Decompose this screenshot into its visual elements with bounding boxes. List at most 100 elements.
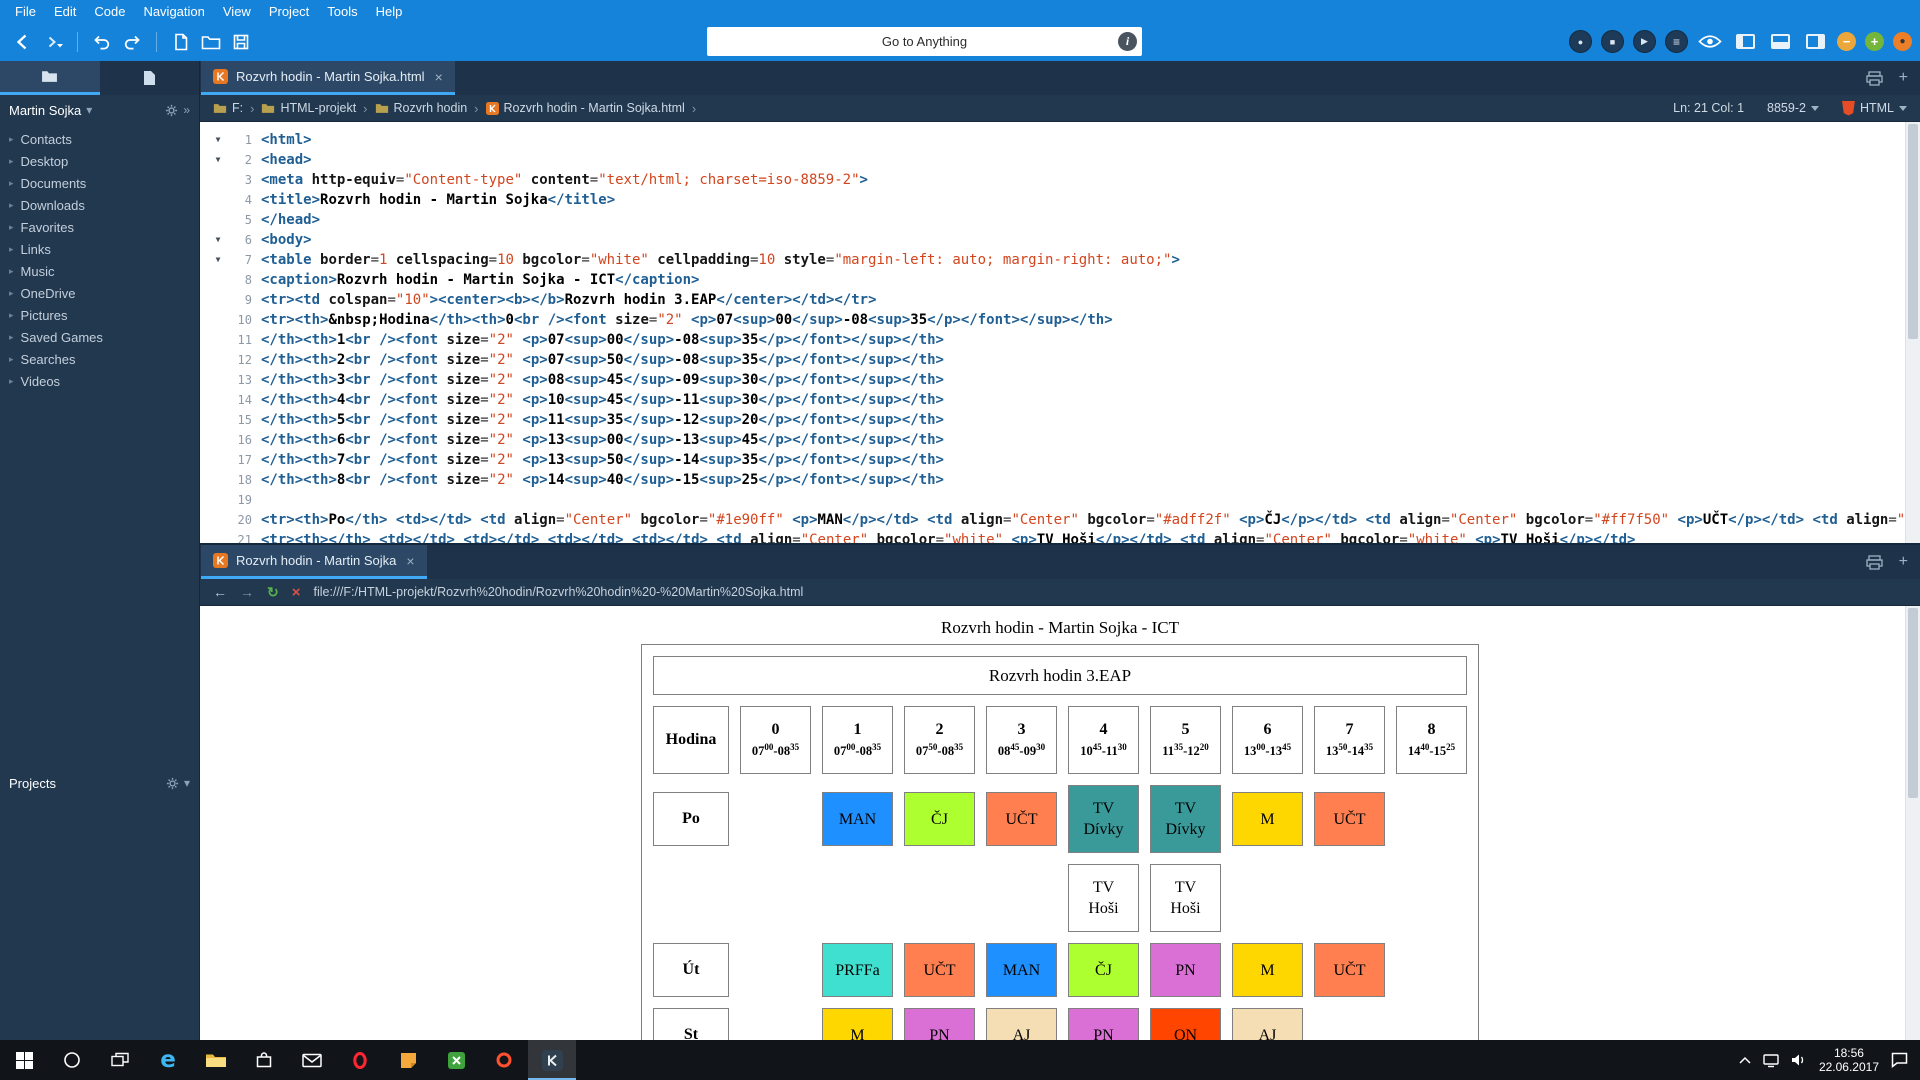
code-line-9[interactable]: 9<tr><td colspan="10"><center><b></b>Roz… [200,290,1920,310]
expander-icon[interactable]: ▸ [9,156,14,167]
fold-marker[interactable] [210,310,226,330]
code-line-15[interactable]: 15</th><th>5<br /><font size="2" <p>11<s… [200,410,1920,430]
taskbar-browser-2[interactable] [480,1040,528,1080]
sidebar-item-onedrive[interactable]: ▸OneDrive [0,282,199,304]
sidebar-item-contacts[interactable]: ▸Contacts [0,128,199,150]
fold-marker[interactable] [210,210,226,230]
expander-icon[interactable]: ▸ [9,288,14,299]
sidebar-item-pictures[interactable]: ▸Pictures [0,304,199,326]
fold-marker[interactable] [210,370,226,390]
code-line-3[interactable]: 3<meta http-equiv="Content-type" content… [200,170,1920,190]
tab-open-files[interactable] [100,61,200,95]
hidden-icons-chevron[interactable] [1739,1056,1751,1065]
browser-reload-icon[interactable]: ↻ [267,584,279,601]
menu-edit[interactable]: Edit [45,2,85,21]
close-icon[interactable]: × [406,553,414,569]
code-line-16[interactable]: 16</th><th>6<br /><font size="2" <p>13<s… [200,430,1920,450]
preview-scrollbar-thumb[interactable] [1908,608,1918,798]
breadcrumb-item-4[interactable]: Rozvrh hodin - Martin Sojka.html [486,101,685,115]
code-line-7[interactable]: ▼7<table border=1 cellspacing=10 bgcolor… [200,250,1920,270]
forward-button[interactable] [40,29,66,55]
close-icon[interactable]: × [435,69,443,85]
menu-file[interactable]: File [6,2,45,21]
fold-marker[interactable]: ▼ [210,130,226,150]
macro-play-button[interactable]: ▶ [1633,30,1656,53]
taskbar-clock[interactable]: 18:56 22.06.2017 [1819,1046,1879,1074]
open-file-button[interactable] [198,29,224,55]
toggle-left-pane-button[interactable] [1732,29,1758,55]
taskbar-green-app[interactable] [432,1040,480,1080]
taskbar-sticky-notes[interactable] [384,1040,432,1080]
fold-marker[interactable] [210,450,226,470]
fold-marker[interactable] [210,530,226,543]
fold-marker[interactable] [210,510,226,530]
go-to-anything-input[interactable]: Go to Anything i [707,27,1142,56]
expander-icon[interactable]: ▸ [9,134,14,145]
fold-marker[interactable] [210,190,226,210]
code-line-2[interactable]: ▼2<head> [200,150,1920,170]
taskbar-komodo[interactable] [528,1040,576,1080]
expander-icon[interactable]: ▸ [9,266,14,277]
breadcrumb-item-3[interactable]: Rozvrh hodin [375,101,468,115]
projects-gear-icon[interactable] [166,777,179,790]
new-tab-icon[interactable]: + [1899,554,1908,570]
menu-code[interactable]: Code [85,2,134,21]
sidebar-item-downloads[interactable]: ▸Downloads [0,194,199,216]
places-more-icon[interactable]: » [183,103,190,117]
toggle-right-pane-button[interactable] [1802,29,1828,55]
fold-marker[interactable] [210,270,226,290]
expander-icon[interactable]: ▸ [9,178,14,189]
code-line-11[interactable]: 11</th><th>1<br /><font size="2" <p>07<s… [200,330,1920,350]
collapse-toolbar-button[interactable]: − [1837,32,1856,51]
fold-marker[interactable] [210,470,226,490]
code-line-20[interactable]: 20<tr><th>Po</th> <td></td> <td align="C… [200,510,1920,530]
code-line-14[interactable]: 14</th><th>4<br /><font size="2" <p>10<s… [200,390,1920,410]
code-line-10[interactable]: 10<tr><th>&nbsp;Hodina</th><th>0<br /><f… [200,310,1920,330]
sidebar-item-music[interactable]: ▸Music [0,260,199,282]
fold-marker[interactable] [210,390,226,410]
places-header[interactable]: Martin Sojka ▾ » [0,95,199,125]
breadcrumb-item-1[interactable]: F: [213,101,243,115]
fold-marker[interactable]: ▼ [210,230,226,250]
fold-marker[interactable]: ▼ [210,250,226,270]
preview-scrollbar[interactable] [1905,606,1920,1040]
back-button[interactable] [10,29,36,55]
toggle-bottom-pane-button[interactable] [1767,29,1793,55]
search-button[interactable] [48,1040,96,1080]
code-line-1[interactable]: ▼1<html> [200,130,1920,150]
code-line-12[interactable]: 12</th><th>2<br /><font size="2" <p>07<s… [200,350,1920,370]
code-line-19[interactable]: 19 [200,490,1920,510]
editor-scrollbar-thumb[interactable] [1908,124,1918,339]
chevron-down-icon[interactable]: ▾ [86,103,92,117]
code-line-13[interactable]: 13</th><th>3<br /><font size="2" <p>08<s… [200,370,1920,390]
expander-icon[interactable]: ▸ [9,244,14,255]
sidebar-item-links[interactable]: ▸Links [0,238,199,260]
code-editor[interactable]: ▼1<html>▼2<head>3<meta http-equiv="Conte… [200,122,1920,543]
task-view-button[interactable] [96,1040,144,1080]
code-line-4[interactable]: 4<title>Rozvrh hodin - Martin Sojka</tit… [200,190,1920,210]
browser-stop-icon[interactable]: × [292,584,301,601]
fold-marker[interactable] [210,330,226,350]
expander-icon[interactable]: ▸ [9,200,14,211]
info-icon[interactable]: i [1118,32,1137,51]
menu-navigation[interactable]: Navigation [134,2,213,21]
macro-stop-button[interactable]: ■ [1601,30,1624,53]
browser-forward-icon[interactable]: → [240,584,254,600]
taskbar-mail[interactable] [288,1040,336,1080]
code-line-17[interactable]: 17</th><th>7<br /><font size="2" <p>13<s… [200,450,1920,470]
code-line-8[interactable]: 8<caption>Rozvrh hodin - Martin Sojka - … [200,270,1920,290]
code-line-6[interactable]: ▼6<body> [200,230,1920,250]
fold-marker[interactable] [210,170,226,190]
menu-help[interactable]: Help [367,2,412,21]
editor-scrollbar[interactable] [1905,122,1920,543]
add-toolbar-button[interactable]: + [1865,32,1884,51]
fold-marker[interactable] [210,350,226,370]
sidebar-item-saved-games[interactable]: ▸Saved Games [0,326,199,348]
encoding-selector[interactable]: 8859-2 [1767,101,1819,115]
code-line-21[interactable]: 21<tr><th></th> <td></td> <td></td> <td>… [200,530,1920,543]
code-line-18[interactable]: 18</th><th>8<br /><font size="2" <p>14<s… [200,470,1920,490]
menu-tools[interactable]: Tools [318,2,366,21]
fold-marker[interactable]: ▼ [210,150,226,170]
redo-button[interactable] [119,29,145,55]
sidebar-item-videos[interactable]: ▸Videos [0,370,199,392]
